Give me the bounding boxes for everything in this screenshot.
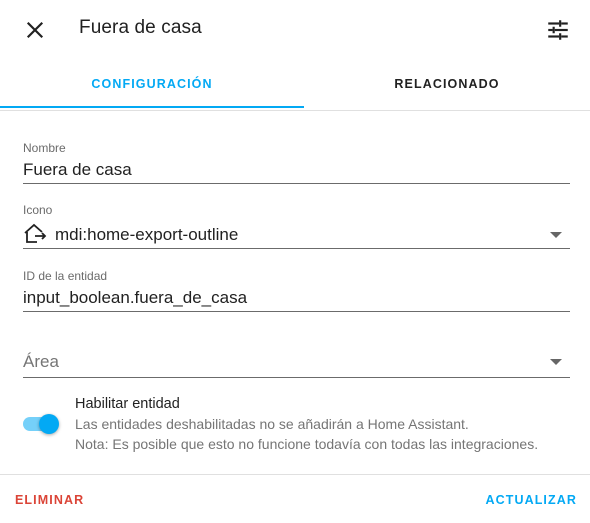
toggle-thumb [39,414,59,434]
area-field[interactable]: Área [23,348,570,379]
update-button[interactable]: ACTUALIZAR [485,493,577,507]
enable-entity-title: Habilitar entidad [75,396,180,412]
name-underline [23,183,570,184]
tune-icon [548,20,568,40]
enable-entity-toggle[interactable] [23,414,61,434]
enable-entity-description: Las entidades deshabilitadas no se añadi… [75,416,469,432]
name-input[interactable]: Fuera de casa [23,160,132,180]
tab-relacionado[interactable]: RELACIONADO [304,58,590,110]
icon-label: Icono [23,203,53,217]
home-export-outline-icon [24,223,47,243]
icon-input[interactable]: mdi:home-export-outline [55,225,238,245]
delete-button[interactable]: ELIMINAR [15,493,84,507]
close-button[interactable] [22,17,48,43]
close-icon [26,21,44,39]
active-tab-indicator [0,106,304,108]
enable-entity-note: Nota: Es posible que esto no funcione to… [75,436,539,452]
entity-id-field[interactable]: ID de la entidad input_boolean.fuera_de_… [23,268,570,313]
name-field[interactable]: Nombre Fuera de casa [23,140,570,185]
area-dropdown-arrow-icon[interactable] [550,359,562,365]
dialog-header: Fuera de casa [0,0,590,58]
icon-underline [23,248,570,249]
settings-button[interactable] [545,17,571,43]
footer-divider [0,474,590,475]
entity-id-underline [23,311,570,312]
icon-dropdown-arrow-icon[interactable] [550,232,562,238]
dialog-title: Fuera de casa [79,17,202,38]
entity-id-input[interactable]: input_boolean.fuera_de_casa [23,288,247,308]
entity-id-label: ID de la entidad [23,269,108,283]
area-select[interactable]: Área [23,352,59,372]
tab-configuracion[interactable]: CONFIGURACIÓN [0,58,304,110]
name-label: Nombre [23,141,66,155]
tab-bar: CONFIGURACIÓN RELACIONADO [0,58,590,111]
area-underline [23,377,570,378]
icon-field[interactable]: Icono mdi:home-export-outline [23,202,570,250]
